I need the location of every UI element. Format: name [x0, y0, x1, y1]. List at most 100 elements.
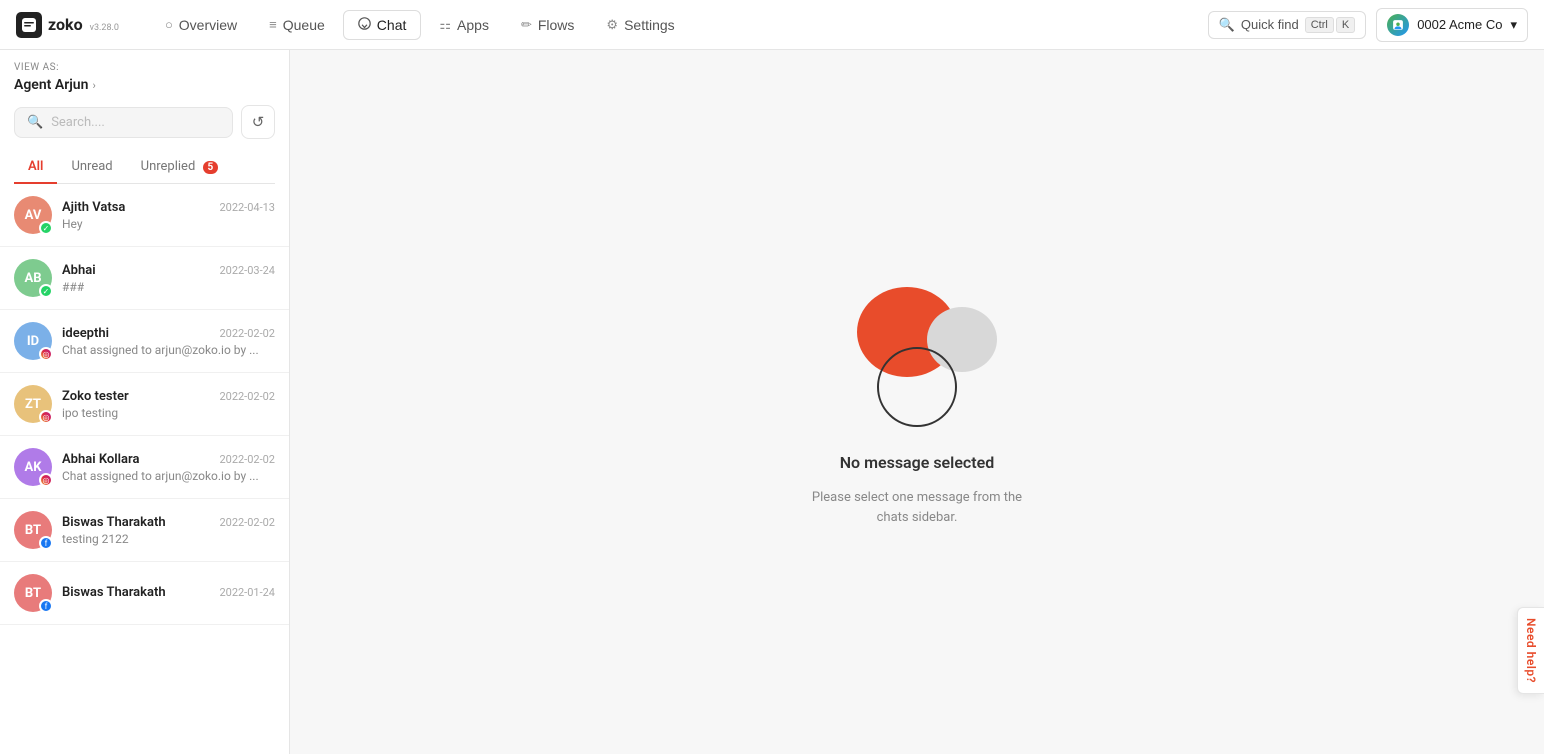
chat-name: Abhai Kollara [62, 452, 139, 467]
need-help-button[interactable]: Need help? [1517, 607, 1544, 694]
tab-unreplied-badge: 5 [203, 161, 219, 174]
logo[interactable]: zoko v3.28.0 [16, 12, 119, 38]
nav-overview[interactable]: ○ Overview [151, 11, 251, 39]
chat-date: 2022-02-02 [219, 453, 275, 466]
avatar-wrap: ID ◎ [14, 322, 52, 360]
instagram-badge: ◎ [39, 410, 53, 424]
avatar-wrap: BT f [14, 511, 52, 549]
agent-name-row[interactable]: Agent Arjun › [14, 77, 275, 93]
chat-name-row: ideepthi 2022-02-02 [62, 326, 275, 341]
filter-icon: ↺ [252, 113, 265, 131]
body-layout: VIEW AS: Agent Arjun › 🔍 Search.... ↺ Al… [0, 50, 1544, 754]
chat-item[interactable]: AB ✓ Abhai 2022-03-24 ### [0, 247, 289, 310]
tab-unread[interactable]: Unread [57, 151, 126, 184]
chat-date: 2022-02-02 [219, 327, 275, 340]
whatsapp-badge: ✓ [39, 221, 53, 235]
avatar-wrap: BT f [14, 574, 52, 612]
chat-name: Zoko tester [62, 389, 129, 404]
chat-item[interactable]: ZT ◎ Zoko tester 2022-02-02 ipo testing [0, 373, 289, 436]
logo-icon [16, 12, 42, 38]
chat-date: 2022-02-02 [219, 390, 275, 403]
chat-preview: Chat assigned to arjun@zoko.io by ... [62, 469, 275, 483]
chat-name: Biswas Tharakath [62, 515, 166, 530]
nav-overview-label: Overview [179, 17, 237, 33]
agent-chevron-icon: › [92, 79, 95, 92]
search-input[interactable]: 🔍 Search.... [14, 107, 233, 138]
apps-icon: ⚏ [439, 17, 451, 33]
empty-subtitle: Please select one message from thechats … [812, 488, 1022, 527]
queue-icon: ≡ [269, 17, 277, 32]
chat-preview: Chat assigned to arjun@zoko.io by ... [62, 343, 275, 357]
chat-info: Biswas Tharakath 2022-02-02 testing 2122 [62, 515, 275, 546]
agent-name: Agent Arjun [14, 77, 88, 93]
chat-name: ideepthi [62, 326, 109, 341]
filter-button[interactable]: ↺ [241, 105, 275, 139]
nav-chat[interactable]: Chat [343, 10, 422, 40]
logo-version: v3.28.0 [90, 23, 119, 33]
topnav-right: 🔍 Quick find Ctrl K 0002 Acme Co ▾ [1208, 8, 1528, 42]
chat-name: Ajith Vatsa [62, 200, 125, 215]
tab-unreplied[interactable]: Unreplied 5 [127, 151, 233, 184]
k-key: K [1336, 17, 1355, 33]
nav-flows[interactable]: ✏ Flows [507, 11, 588, 39]
chat-name-row: Abhai Kollara 2022-02-02 [62, 452, 275, 467]
chat-info: ideepthi 2022-02-02 Chat assigned to arj… [62, 326, 275, 357]
nav-flows-label: Flows [538, 17, 575, 33]
nav-settings[interactable]: ⚙ Settings [592, 11, 688, 39]
facebook-badge: f [39, 536, 53, 550]
nav-settings-label: Settings [624, 17, 675, 33]
chat-name-row: Abhai 2022-03-24 [62, 263, 275, 278]
chat-item[interactable]: ID ◎ ideepthi 2022-02-02 Chat assigned t… [0, 310, 289, 373]
chat-preview: ipo testing [62, 406, 275, 420]
chat-date: 2022-02-02 [219, 516, 275, 529]
logo-text: zoko [48, 15, 83, 34]
flows-icon: ✏ [521, 17, 532, 33]
workspace-avatar [1387, 14, 1409, 36]
instagram-badge: ◎ [39, 347, 53, 361]
chat-icon [358, 17, 371, 33]
chat-date: 2022-01-24 [219, 586, 275, 599]
chat-item[interactable]: AV ✓ Ajith Vatsa 2022-04-13 Hey [0, 184, 289, 247]
topnav: zoko v3.28.0 ○ Overview ≡ Queue Chat ⚏ A… [0, 0, 1544, 50]
nav-apps[interactable]: ⚏ Apps [425, 11, 503, 39]
chat-list: AV ✓ Ajith Vatsa 2022-04-13 Hey AB ✓ Abh… [0, 184, 289, 754]
bubble-outline [877, 347, 957, 427]
tab-unread-label: Unread [71, 159, 112, 174]
nav-apps-label: Apps [457, 17, 489, 33]
quick-find-button[interactable]: 🔍 Quick find Ctrl K [1208, 11, 1366, 39]
workspace-button[interactable]: 0002 Acme Co ▾ [1376, 8, 1528, 42]
tab-all[interactable]: All [14, 151, 57, 184]
workspace-name: 0002 Acme Co [1417, 17, 1502, 32]
chat-date: 2022-04-13 [219, 201, 275, 214]
chat-item[interactable]: AK ◎ Abhai Kollara 2022-02-02 Chat assig… [0, 436, 289, 499]
workspace-chevron-icon: ▾ [1510, 17, 1517, 33]
search-icon: 🔍 [1219, 17, 1235, 33]
whatsapp-badge: ✓ [39, 284, 53, 298]
chat-name-row: Zoko tester 2022-02-02 [62, 389, 275, 404]
search-row: 🔍 Search.... ↺ [14, 105, 275, 139]
nav-queue[interactable]: ≡ Queue [255, 11, 339, 39]
nav-items: ○ Overview ≡ Queue Chat ⚏ Apps ✏ Flows ⚙… [151, 10, 1208, 40]
chat-name: Biswas Tharakath [62, 585, 166, 600]
tab-all-label: All [28, 159, 43, 174]
chat-preview: Hey [62, 217, 275, 231]
chat-info: Biswas Tharakath 2022-01-24 [62, 585, 275, 602]
chat-item[interactable]: BT f Biswas Tharakath 2022-02-02 testing… [0, 499, 289, 562]
chat-item[interactable]: BT f Biswas Tharakath 2022-01-24 [0, 562, 289, 625]
chat-info: Ajith Vatsa 2022-04-13 Hey [62, 200, 275, 231]
sidebar-header: VIEW AS: Agent Arjun › 🔍 Search.... ↺ Al… [0, 50, 289, 184]
avatar-wrap: ZT ◎ [14, 385, 52, 423]
keyboard-shortcut: Ctrl K [1305, 17, 1355, 33]
chat-info: Abhai Kollara 2022-02-02 Chat assigned t… [62, 452, 275, 483]
nav-queue-label: Queue [283, 17, 325, 33]
search-icon: 🔍 [27, 115, 43, 130]
empty-title: No message selected [840, 453, 995, 472]
search-placeholder: Search.... [51, 115, 105, 130]
chat-name-row: Ajith Vatsa 2022-04-13 [62, 200, 275, 215]
avatar-wrap: AV ✓ [14, 196, 52, 234]
facebook-badge: f [39, 599, 53, 613]
chat-preview: ### [62, 280, 275, 294]
chat-info: Zoko tester 2022-02-02 ipo testing [62, 389, 275, 420]
ctrl-key: Ctrl [1305, 17, 1334, 33]
quick-find-label: Quick find [1241, 17, 1299, 32]
